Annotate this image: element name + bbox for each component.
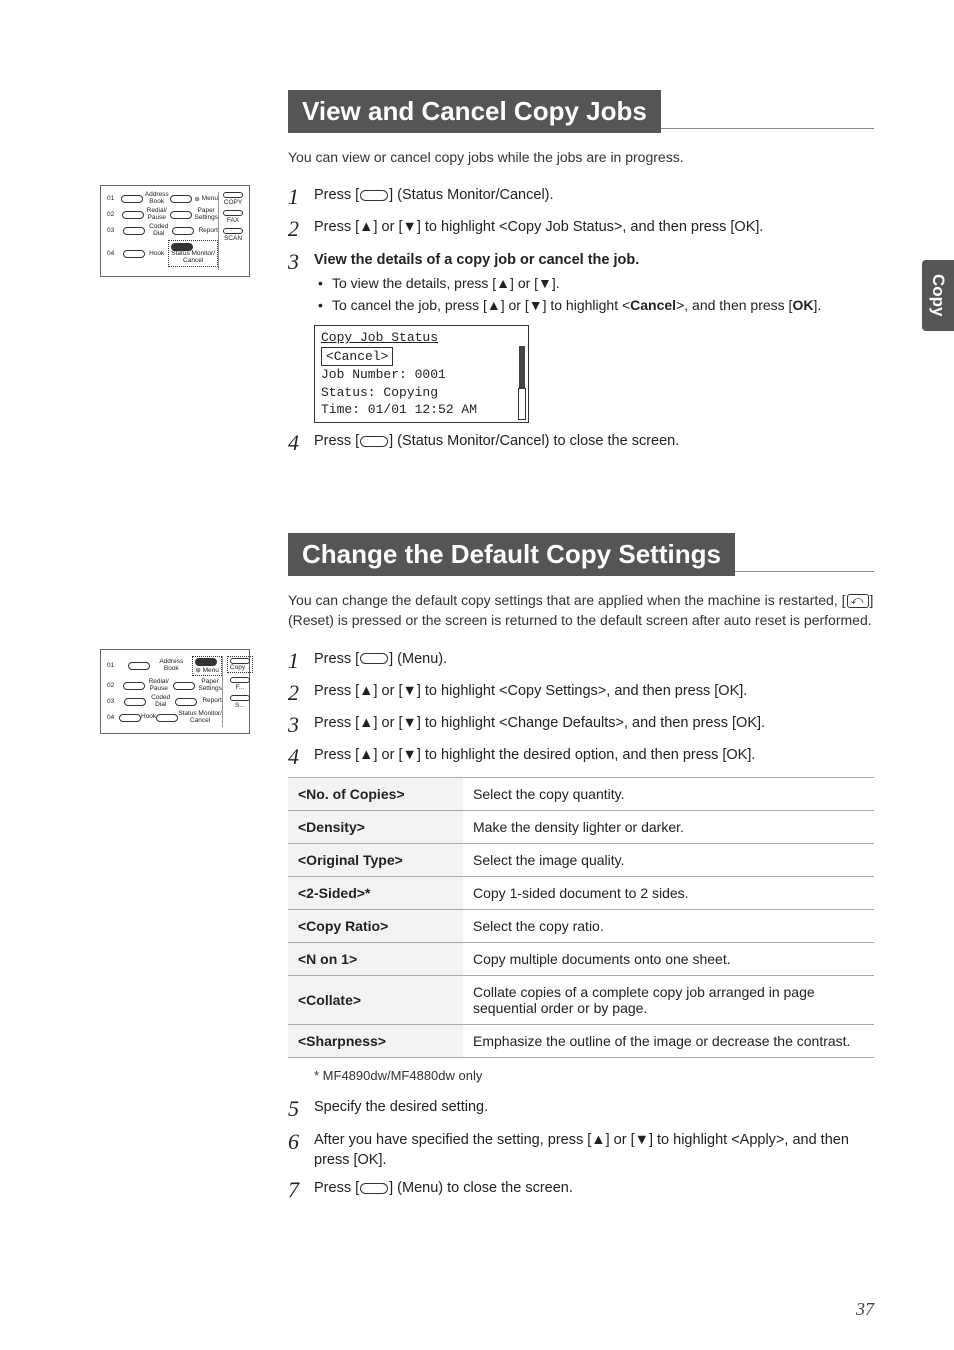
setting-value: Select the copy ratio. <box>463 910 874 943</box>
setting-value: Emphasize the outline of the image or de… <box>463 1025 874 1058</box>
footnote: * MF4890dw/MF4880dw only <box>314 1068 874 1083</box>
section1-intro: You can view or cancel copy jobs while t… <box>288 147 874 167</box>
table-row: <No. of Copies>Select the copy quantity. <box>288 778 874 811</box>
pill-button-icon <box>360 190 388 201</box>
table-row: <Density>Make the density lighter or dar… <box>288 811 874 844</box>
table-row: <N on 1>Copy multiple documents onto one… <box>288 943 874 976</box>
device-diagram-menu: 01 Address Book ⊛ Menu 02 Redial/ Pause <box>100 649 250 735</box>
table-row: <Original Type>Select the image quality. <box>288 844 874 877</box>
setting-key: <Density> <box>288 811 463 844</box>
circle-icon: ⊛ <box>194 195 199 203</box>
table-row: <Copy Ratio>Select the copy ratio. <box>288 910 874 943</box>
settings-table: <No. of Copies>Select the copy quantity.… <box>288 777 874 1058</box>
section1-step3: 3 View the details of a copy job or canc… <box>288 250 874 317</box>
scrollbar-icon <box>519 346 525 419</box>
section2-step7: 7 Press [] (Menu) to close the screen. <box>288 1178 874 1202</box>
setting-key: <Sharpness> <box>288 1025 463 1058</box>
section2-title: Change the Default Copy Settings <box>288 533 735 576</box>
pill-button-icon <box>360 653 388 664</box>
setting-key: <Original Type> <box>288 844 463 877</box>
pill-button-icon <box>360 1183 388 1194</box>
status-monitor-highlight: Status Monitor/ Cancel <box>168 240 218 267</box>
setting-key: <Copy Ratio> <box>288 910 463 943</box>
pill-button-icon <box>360 436 388 447</box>
setting-value: Collate copies of a complete copy job ar… <box>463 976 874 1025</box>
setting-key: <Collate> <box>288 976 463 1025</box>
section2-step1: 1 Press [] (Menu). <box>288 649 874 673</box>
menu-highlight: ⊛ Menu <box>192 656 222 677</box>
setting-value: Copy multiple documents onto one sheet. <box>463 943 874 976</box>
section1-step2: 2 Press [▲] or [▼] to highlight <Copy Jo… <box>288 217 874 241</box>
title-divider <box>735 571 874 572</box>
circle-icon: ⊛ <box>195 667 200 674</box>
section2-step3: 3 Press [▲] or [▼] to highlight <Change … <box>288 713 874 737</box>
section2-step4: 4 Press [▲] or [▼] to highlight the desi… <box>288 745 874 769</box>
device-diagram-status: 01 Address Book ⊛ Menu 02 Redial/ Pause … <box>100 185 250 277</box>
page-number: 37 <box>856 1299 874 1320</box>
setting-key: <2-Sided>* <box>288 877 463 910</box>
section2-step6: 6 After you have specified the setting, … <box>288 1130 874 1171</box>
side-tab: Copy <box>922 260 954 331</box>
copy-highlight: Copy <box>227 656 253 673</box>
section2-step2: 2 Press [▲] or [▼] to highlight <Copy Se… <box>288 681 874 705</box>
setting-key: <N on 1> <box>288 943 463 976</box>
section2-step5: 5 Specify the desired setting. <box>288 1097 874 1121</box>
setting-value: Make the density lighter or darker. <box>463 811 874 844</box>
section2-intro: You can change the default copy settings… <box>288 590 874 631</box>
section2-title-row: Change the Default Copy Settings <box>288 533 874 576</box>
table-row: <2-Sided>*Copy 1-sided document to 2 sid… <box>288 877 874 910</box>
reset-icon <box>847 594 869 608</box>
setting-key: <No. of Copies> <box>288 778 463 811</box>
lcd-display: Copy Job Status <Cancel> Job Number: 000… <box>314 325 529 423</box>
setting-value: Copy 1-sided document to 2 sides. <box>463 877 874 910</box>
section1-step4: 4 Press [] (Status Monitor/Cancel) to cl… <box>288 431 874 455</box>
setting-value: Select the copy quantity. <box>463 778 874 811</box>
section1-title-row: View and Cancel Copy Jobs <box>288 90 874 133</box>
table-row: <Collate>Collate copies of a complete co… <box>288 976 874 1025</box>
title-divider <box>661 128 874 129</box>
table-row: <Sharpness>Emphasize the outline of the … <box>288 1025 874 1058</box>
setting-value: Select the image quality. <box>463 844 874 877</box>
section1-step1: 1 Press [] (Status Monitor/Cancel). <box>288 185 874 209</box>
section1-title: View and Cancel Copy Jobs <box>288 90 661 133</box>
